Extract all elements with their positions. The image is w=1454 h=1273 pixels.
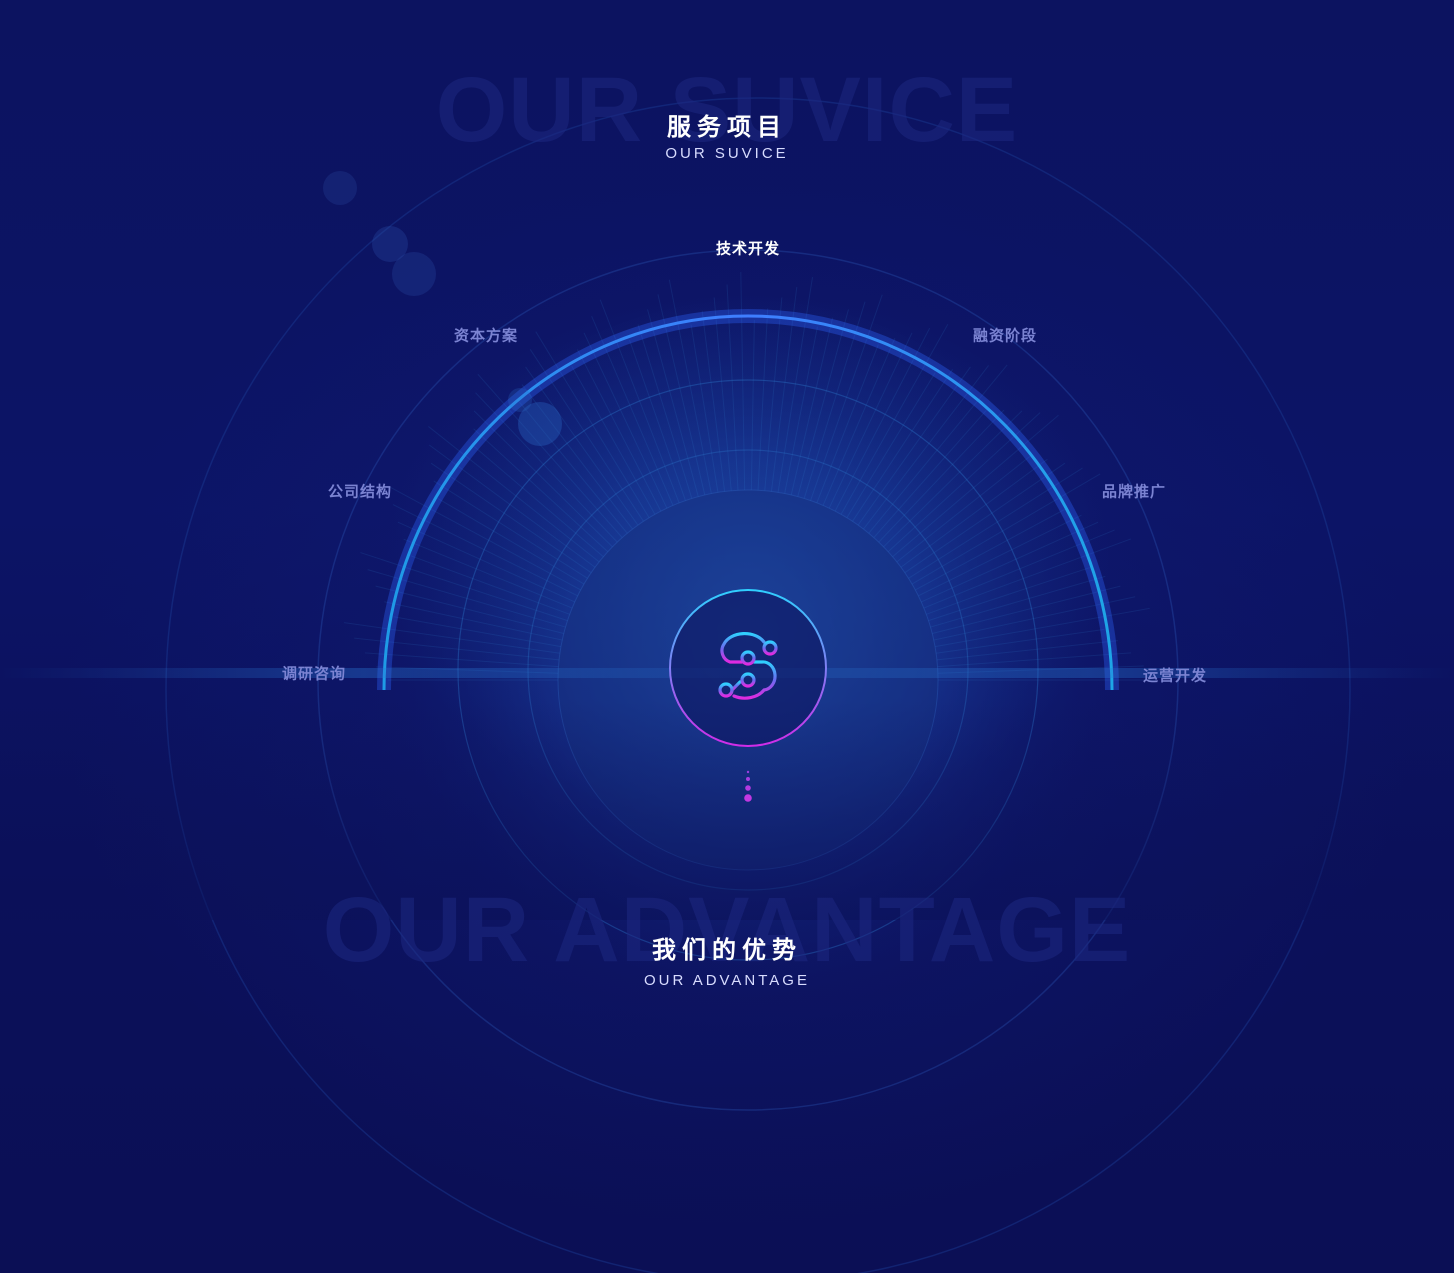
- s-circuit-logo-icon[interactable]: [668, 588, 828, 748]
- page: OUR SUVICE 服务项目 OUR SUVICE 技术开发 资本方案 融资阶…: [0, 0, 1454, 1273]
- services-title: 服务项目: [667, 113, 787, 141]
- service-item-operations-dev[interactable]: 运营开发: [1143, 665, 1207, 686]
- service-item-tech-dev[interactable]: 技术开发: [716, 238, 780, 259]
- scroll-dots-icon: [744, 770, 752, 802]
- advantage-subtitle: OUR ADVANTAGE: [644, 972, 810, 989]
- service-item-financing-stage[interactable]: 融资阶段: [973, 325, 1037, 346]
- services-subtitle: OUR SUVICE: [665, 145, 789, 162]
- service-item-company-structure[interactable]: 公司结构: [328, 481, 392, 502]
- service-item-research-consulting[interactable]: 调研咨询: [282, 663, 346, 684]
- advantage-title: 我们的优势: [652, 936, 802, 964]
- service-item-brand-promotion[interactable]: 品牌推广: [1102, 481, 1166, 502]
- service-item-capital-plan[interactable]: 资本方案: [454, 325, 518, 346]
